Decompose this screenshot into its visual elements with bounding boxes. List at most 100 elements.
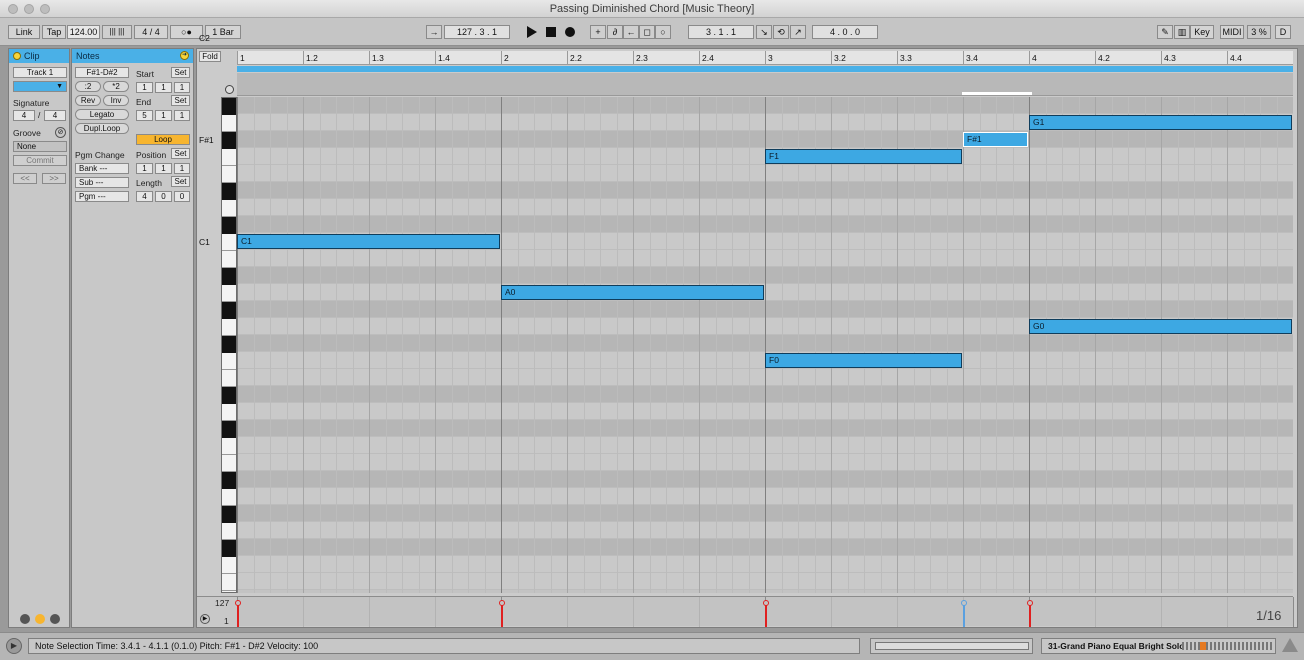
start-set-button[interactable]: Set: [171, 67, 190, 78]
length-set-button[interactable]: Set: [171, 176, 190, 187]
stop-button[interactable]: [546, 27, 556, 37]
piano-key[interactable]: [222, 387, 236, 404]
piano-key[interactable]: [222, 540, 236, 557]
end-set-button[interactable]: Set: [171, 95, 190, 106]
midi-note[interactable]: A0: [501, 285, 764, 300]
piano-key[interactable]: [222, 285, 236, 302]
record-button[interactable]: [565, 27, 575, 37]
punch-out-icon[interactable]: ↗: [790, 25, 806, 39]
start-sixteenth-field[interactable]: 1: [174, 82, 190, 93]
midi-note[interactable]: F#1: [963, 132, 1028, 147]
back-to-arrangement-icon[interactable]: ←: [623, 25, 639, 39]
piano-key[interactable]: [222, 132, 236, 149]
velocity-stem[interactable]: [963, 603, 965, 627]
clip-color-selector[interactable]: ▼: [13, 81, 67, 92]
piano-key[interactable]: [222, 370, 236, 387]
prev-clip-button[interactable]: <<: [13, 173, 37, 184]
piano-key[interactable]: [222, 438, 236, 455]
piano-key[interactable]: [222, 557, 236, 574]
piano-key[interactable]: [222, 98, 236, 115]
signature-numerator-field[interactable]: 4: [13, 110, 35, 121]
piano-key[interactable]: [222, 115, 236, 132]
duplicate-loop-button[interactable]: Dupl.Loop: [75, 123, 129, 134]
position-bar-field[interactable]: 1: [136, 163, 153, 174]
session-record-icon[interactable]: ○: [655, 25, 671, 39]
invert-button[interactable]: Inv: [103, 95, 129, 106]
piano-key[interactable]: [222, 574, 236, 591]
length-bar-field[interactable]: 4: [136, 191, 153, 202]
piano-key[interactable]: [222, 166, 236, 183]
piano-key[interactable]: [222, 268, 236, 285]
velocity-handle[interactable]: [763, 600, 769, 606]
envelopes-icon[interactable]: [35, 614, 45, 624]
punch-in-icon[interactable]: ↘: [756, 25, 772, 39]
capture-icon[interactable]: ◻: [639, 25, 655, 39]
velocity-stem[interactable]: [501, 603, 503, 627]
midi-note[interactable]: C1: [237, 234, 500, 249]
computer-keyboard-icon[interactable]: ▥: [1174, 25, 1190, 39]
piano-key[interactable]: [222, 251, 236, 268]
quantize-menu[interactable]: 1 Bar: [205, 25, 241, 39]
follow-icon[interactable]: →: [426, 25, 442, 39]
piano-key[interactable]: [222, 234, 236, 251]
time-signature-field[interactable]: 4 / 4: [134, 25, 168, 39]
end-sixteenth-field[interactable]: 1: [174, 110, 190, 121]
groove-selector[interactable]: None: [13, 141, 67, 152]
piano-key[interactable]: [222, 404, 236, 421]
velocity-handle[interactable]: [961, 600, 967, 606]
piano-key[interactable]: [222, 319, 236, 336]
piano-keyboard[interactable]: [221, 97, 237, 593]
play-button[interactable]: [527, 26, 537, 38]
loop-start-field[interactable]: 3 . 1 . 1: [688, 25, 754, 39]
length-beat-field[interactable]: 0: [155, 191, 172, 202]
tempo-field[interactable]: 124.00: [67, 25, 100, 39]
clip-activator-icon[interactable]: [13, 52, 21, 60]
velocity-handle[interactable]: [1027, 600, 1033, 606]
overdub-icon[interactable]: +: [590, 25, 606, 39]
midi-note[interactable]: G0: [1029, 319, 1292, 334]
clip-name-field[interactable]: Track 1: [13, 67, 67, 78]
notes-panel-header[interactable]: Notes ➜: [72, 49, 193, 63]
arrangement-position-field[interactable]: 127 . 3 . 1: [444, 25, 510, 39]
loop-length-field[interactable]: 4 . 0 . 0: [812, 25, 878, 39]
velocity-stem[interactable]: [765, 603, 767, 627]
piano-key[interactable]: [222, 217, 236, 234]
start-bar-field[interactable]: 1: [136, 82, 153, 93]
key-map-button[interactable]: Key: [1190, 25, 1214, 39]
link-button[interactable]: Link: [8, 25, 40, 39]
end-beat-field[interactable]: 1: [155, 110, 172, 121]
midi-note[interactable]: G1: [1029, 115, 1292, 130]
midi-note[interactable]: F0: [765, 353, 962, 368]
piano-key[interactable]: [222, 336, 236, 353]
groove-hot-swap-icon[interactable]: ⊘: [55, 127, 66, 138]
signature-denominator-field[interactable]: 4: [44, 110, 66, 121]
velocity-handle[interactable]: [499, 600, 505, 606]
length-sixteenth-field[interactable]: 0: [174, 191, 190, 202]
velocity-stem[interactable]: [1029, 603, 1031, 627]
overview-minimap[interactable]: [870, 638, 1033, 654]
tap-tempo-button[interactable]: Tap: [42, 25, 66, 39]
note-range-field[interactable]: F#1-D#2: [75, 67, 129, 78]
draw-mode-icon[interactable]: ✎: [1157, 25, 1173, 39]
next-clip-button[interactable]: >>: [42, 173, 66, 184]
bank-field[interactable]: Bank ---: [75, 163, 129, 174]
beat-time-ruler[interactable]: 1 1.2 1.3 1.4 2 2.2 2.3 2.4 3 3.2 3.3 3.4 4 4.2 4.3 4.4: [237, 51, 1293, 65]
info-view-toggle-icon[interactable]: ▶: [6, 638, 22, 654]
position-set-button[interactable]: Set: [171, 148, 190, 159]
piano-key[interactable]: [222, 302, 236, 319]
piano-key[interactable]: [222, 489, 236, 506]
piano-key[interactable]: [222, 455, 236, 472]
position-beat-field[interactable]: 1: [155, 163, 172, 174]
half-length-button[interactable]: :2: [75, 81, 101, 92]
start-beat-field[interactable]: 1: [155, 82, 172, 93]
velocity-stem[interactable]: [237, 603, 239, 627]
piano-key[interactable]: [222, 421, 236, 438]
notes-icon[interactable]: [50, 614, 60, 624]
arrow-right-icon[interactable]: ➜: [180, 51, 189, 60]
loop-brace[interactable]: [237, 66, 1293, 72]
piano-key[interactable]: [222, 353, 236, 370]
commit-button[interactable]: Commit: [13, 155, 67, 166]
piano-key[interactable]: [222, 183, 236, 200]
piano-key[interactable]: [222, 200, 236, 217]
preview-icon[interactable]: [225, 85, 234, 94]
